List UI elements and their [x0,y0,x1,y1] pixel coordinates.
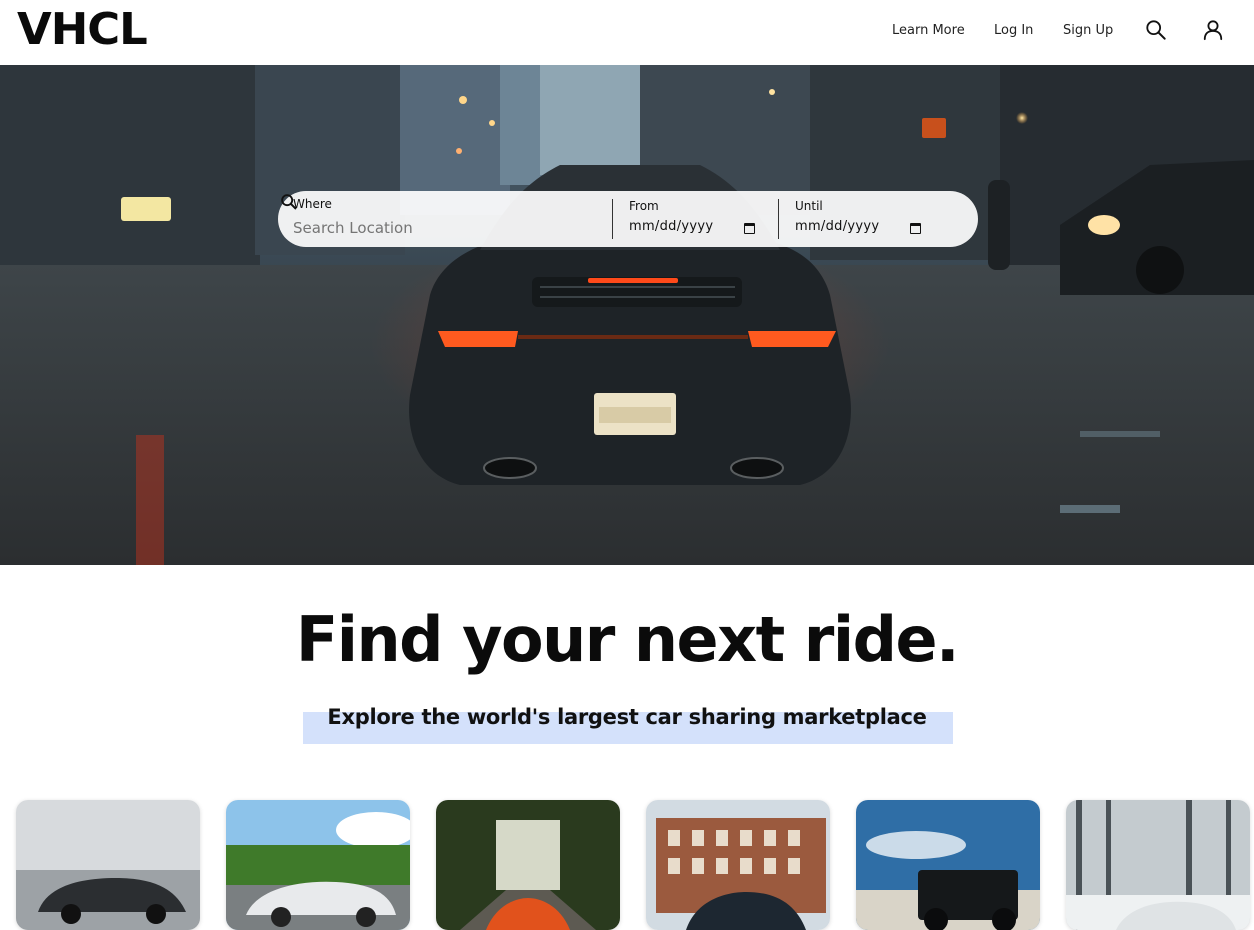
hero-banner: Where From mm/dd/yyyy Until mm/dd/yyyy [0,65,1254,565]
car-card[interactable] [646,800,830,930]
location-input[interactable] [293,219,593,237]
calendar-icon[interactable] [744,223,755,234]
top-navbar: VHCL Learn More Log In Sign Up [0,0,1254,65]
learn-more-link[interactable]: Learn More [892,23,965,39]
car-photo [1066,800,1250,930]
sign-up-link[interactable]: Sign Up [1063,23,1113,39]
divider [612,199,613,239]
car-photo [226,800,410,930]
from-label: From [629,199,659,213]
car-card[interactable] [226,800,410,930]
calendar-icon[interactable] [910,223,921,234]
logo[interactable]: VHCL [17,4,148,56]
from-date-input[interactable]: mm/dd/yyyy [629,219,713,235]
page-subheadline: Explore the world's largest car sharing … [327,705,927,729]
car-photo [646,800,830,930]
log-in-link[interactable]: Log In [994,23,1033,39]
hero-car-image [0,65,1254,565]
until-date-input[interactable]: mm/dd/yyyy [795,219,879,235]
car-card[interactable] [1066,800,1250,930]
car-photo [16,800,200,930]
car-card[interactable] [16,800,200,930]
search-icon[interactable] [1145,19,1167,41]
car-photo [436,800,620,930]
car-photo [856,800,1040,930]
page-headline: Find your next ride. [295,603,960,676]
divider [778,199,779,239]
search-submit-icon[interactable] [278,191,300,213]
user-icon[interactable] [1202,19,1224,41]
car-card[interactable] [856,800,1040,930]
until-label: Until [795,199,823,213]
search-bar: Where From mm/dd/yyyy Until mm/dd/yyyy [278,191,978,247]
car-card[interactable] [436,800,620,930]
